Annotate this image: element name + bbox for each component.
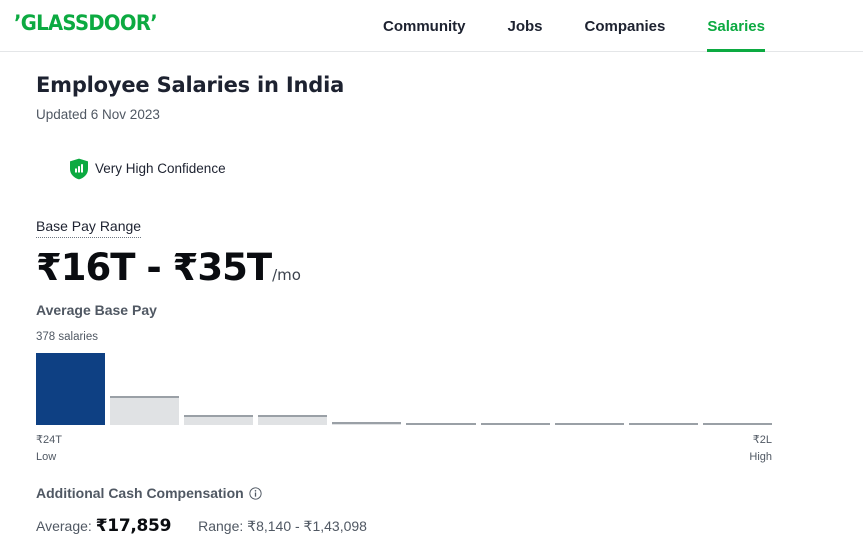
- nav-item-companies[interactable]: Companies: [585, 0, 666, 52]
- base-pay-period: /mo: [272, 265, 301, 284]
- site-header: ’GLASSDOOR’ Community Jobs Companies Sal…: [0, 0, 863, 52]
- base-pay-range-label[interactable]: Base Pay Range: [36, 218, 142, 238]
- chart-bar: [36, 353, 106, 426]
- nav-item-community[interactable]: Community: [383, 0, 466, 52]
- logo-text: GLASSDOOR: [20, 11, 151, 35]
- chart-axis-high: ₹2L High: [749, 432, 772, 466]
- nav-item-salaries[interactable]: Salaries: [707, 0, 765, 52]
- axis-high-label: High: [749, 451, 772, 464]
- additional-cash-title: Additional Cash Compensation: [36, 485, 244, 502]
- salary-distribution-chart: [36, 353, 772, 426]
- base-pay-range-amount: ₹16T - ₹35T/mo: [36, 245, 863, 289]
- chart-bar: [110, 396, 180, 426]
- chart-bar: [554, 423, 624, 426]
- chart-bar: [332, 422, 402, 426]
- additional-cash-average-value: ₹17,859: [95, 515, 172, 536]
- page-title: Employee Salaries in India: [36, 73, 345, 97]
- salaries-count: 378 salaries: [36, 331, 99, 344]
- page-content: Employee Salaries in India Updated 6 Nov…: [0, 52, 863, 536]
- shield-bar-chart-icon: [70, 158, 88, 180]
- glassdoor-logo[interactable]: ’GLASSDOOR’: [14, 11, 158, 35]
- axis-high-value: ₹2L: [752, 434, 772, 447]
- nav-label-companies: Companies: [584, 17, 666, 35]
- base-pay-value: ₹16T - ₹35T: [36, 245, 272, 289]
- chart-bar: [702, 423, 772, 426]
- chart-bar: [258, 415, 328, 426]
- additional-cash-average-label: Average:: [36, 517, 92, 534]
- info-circle-icon[interactable]: [249, 487, 262, 500]
- logo-right-tick: ’: [150, 11, 157, 35]
- additional-cash-values: Average: ₹17,859 Range: ₹8,140 - ₹1,43,0…: [36, 516, 863, 536]
- main-nav: Community Jobs Companies Salaries: [383, 0, 765, 52]
- average-base-pay-label: Average Base Pay: [36, 302, 157, 319]
- nav-label-salaries: Salaries: [707, 17, 765, 35]
- additional-cash-range-label: Range:: [198, 517, 244, 534]
- axis-low-value: ₹24T: [36, 434, 62, 447]
- chart-bar: [480, 423, 550, 426]
- additional-cash-range: Range: ₹8,140 - ₹1,43,098: [198, 518, 367, 535]
- confidence-label: Very High Confidence: [95, 161, 226, 177]
- nav-label-jobs: Jobs: [507, 17, 543, 35]
- axis-low-label: Low: [36, 451, 57, 464]
- nav-label-community: Community: [383, 17, 466, 35]
- chart-bar: [628, 423, 698, 426]
- additional-cash-header: Additional Cash Compensation: [36, 485, 863, 502]
- updated-date: Updated 6 Nov 2023: [36, 107, 160, 123]
- chart-axis: ₹24T Low ₹2L High: [36, 432, 772, 468]
- confidence-badge: Very High Confidence: [69, 158, 863, 180]
- nav-item-jobs[interactable]: Jobs: [508, 0, 543, 52]
- chart-axis-low: ₹24T Low: [36, 432, 62, 466]
- additional-cash-range-value: ₹8,140 - ₹1,43,098: [247, 517, 367, 534]
- chart-bar: [406, 423, 476, 426]
- chart-bar: [184, 415, 254, 426]
